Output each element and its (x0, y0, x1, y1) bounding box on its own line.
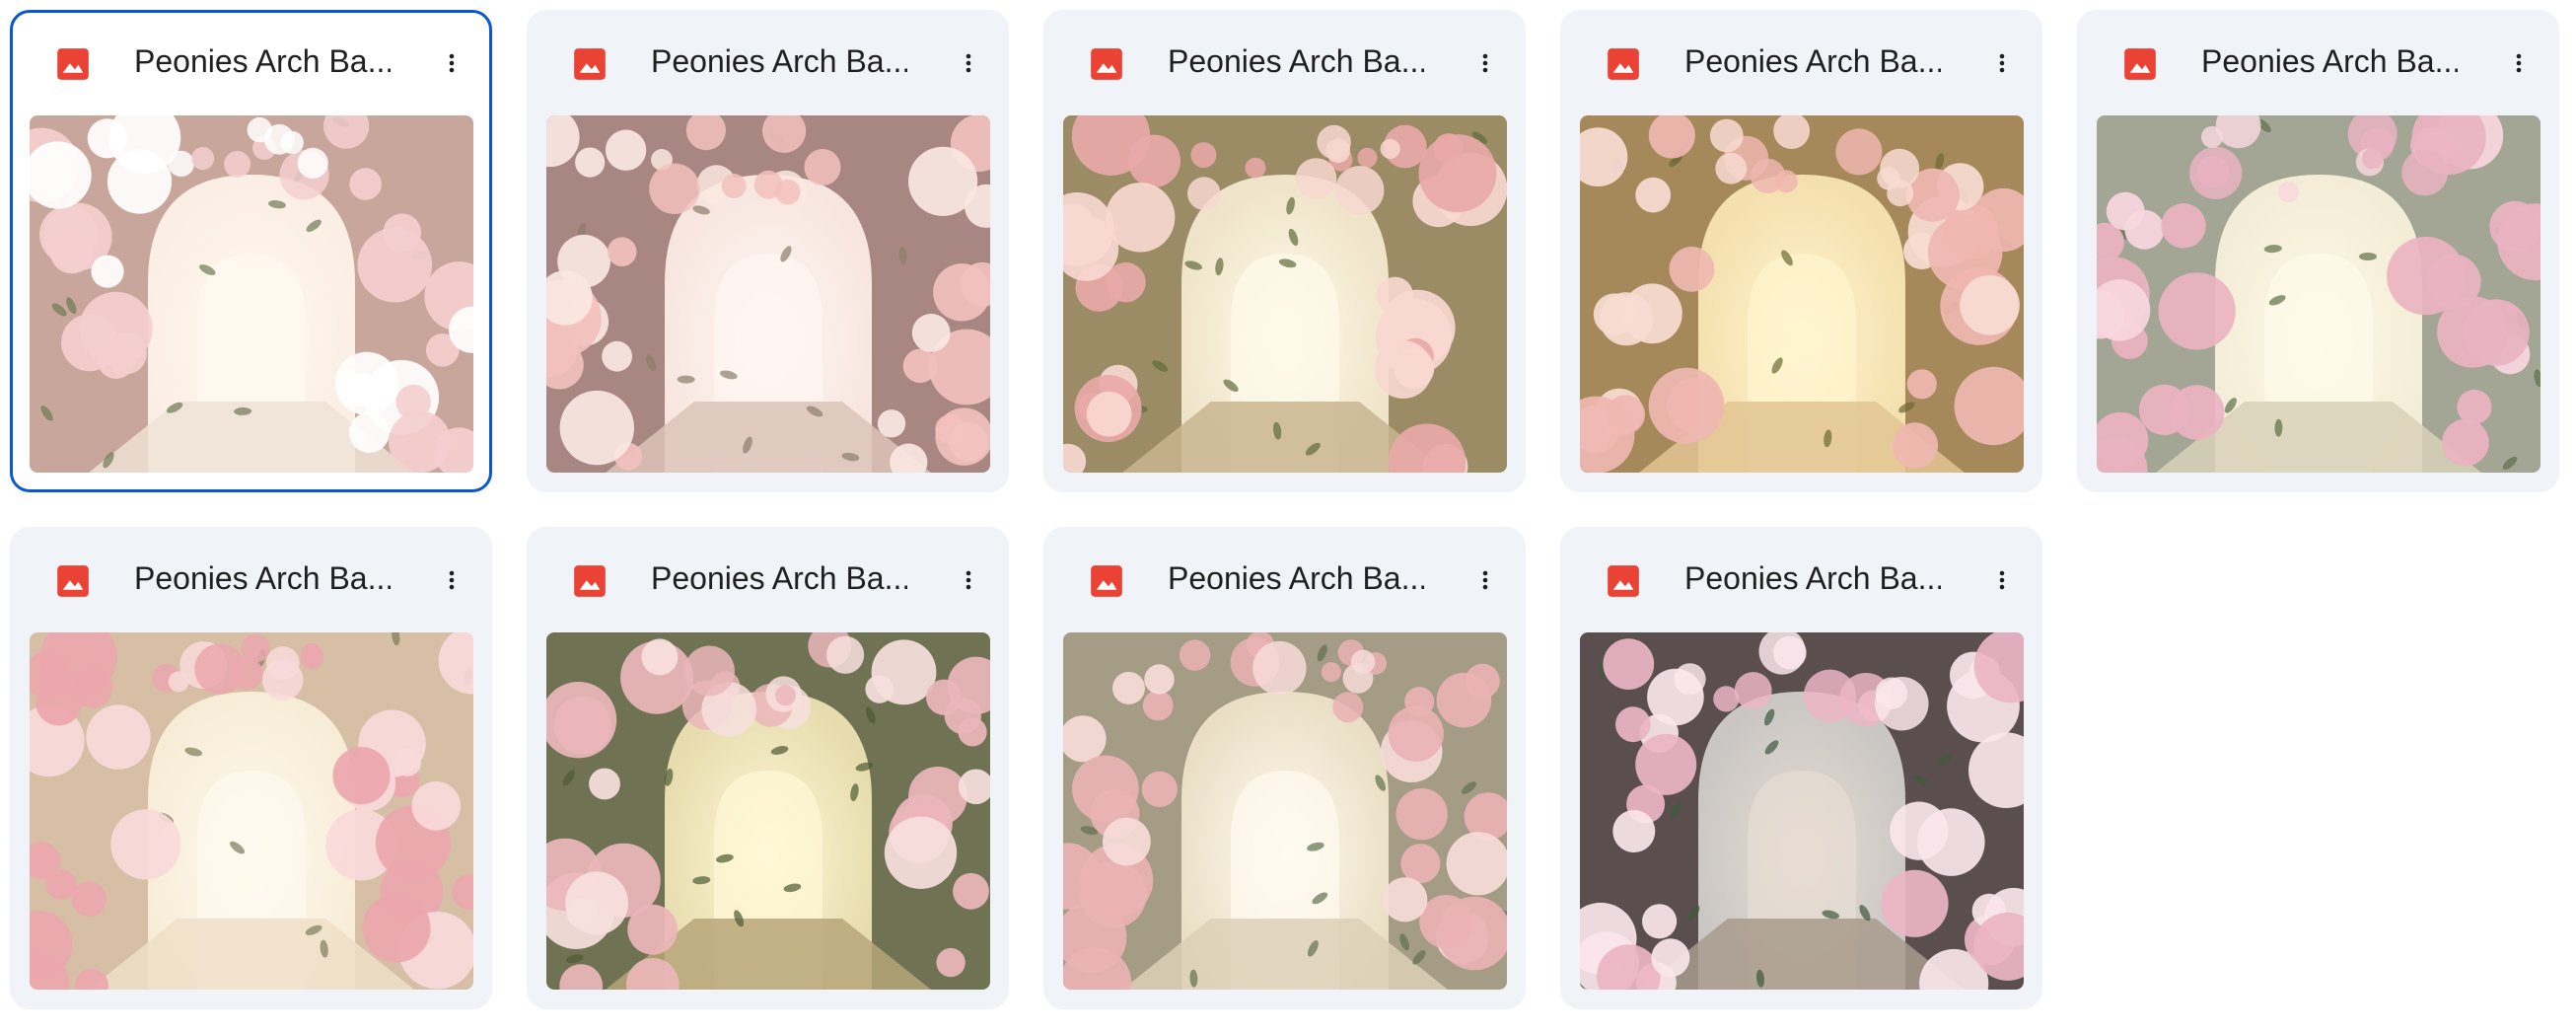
file-thumbnail[interactable] (1063, 632, 1507, 990)
file-name: Peonies Arch Ba... (1684, 43, 1941, 79)
more-vert-icon (1482, 53, 1488, 73)
thumbnail-image (30, 115, 473, 473)
file-name: Peonies Arch Ba... (1168, 43, 1424, 79)
file-thumbnail[interactable] (1580, 632, 2024, 990)
file-name: Peonies Arch Ba... (651, 43, 907, 79)
more-actions-button[interactable] (1978, 39, 2026, 87)
more-vert-icon (2516, 53, 2522, 73)
image-file-icon (574, 48, 606, 80)
file-card-header: Peonies Arch Ba... (1043, 527, 1526, 635)
file-card[interactable]: Peonies Arch Ba... (10, 527, 492, 1009)
image-file-icon (1091, 48, 1122, 80)
more-vert-icon (449, 570, 455, 590)
more-actions-button[interactable] (1462, 39, 1509, 87)
image-file-icon (574, 565, 606, 597)
more-actions-button[interactable] (945, 39, 992, 87)
file-card-header: Peonies Arch Ba... (10, 10, 492, 118)
file-card[interactable]: Peonies Arch Ba... (10, 10, 492, 492)
file-card[interactable]: Peonies Arch Ba... (1560, 527, 2042, 1009)
more-actions-button[interactable] (428, 39, 475, 87)
file-thumbnail[interactable] (30, 115, 473, 473)
more-vert-icon (1999, 53, 2005, 73)
image-file-icon (1091, 565, 1122, 597)
more-actions-button[interactable] (428, 556, 475, 604)
file-card-header: Peonies Arch Ba... (527, 527, 1009, 635)
thumbnail-image (1580, 115, 2024, 473)
more-actions-button[interactable] (2495, 39, 2542, 87)
file-card-header: Peonies Arch Ba... (527, 10, 1009, 118)
file-thumbnail[interactable] (1063, 115, 1507, 473)
file-name: Peonies Arch Ba... (1684, 560, 1941, 596)
more-actions-button[interactable] (945, 556, 992, 604)
file-thumbnail[interactable] (546, 115, 990, 473)
file-card[interactable]: Peonies Arch Ba... (1560, 10, 2042, 492)
thumbnail-image (1580, 632, 2024, 990)
more-vert-icon (966, 570, 971, 590)
image-file-icon (2124, 48, 2156, 80)
file-card-header: Peonies Arch Ba... (2077, 10, 2559, 118)
file-name: Peonies Arch Ba... (651, 560, 907, 596)
file-card[interactable]: Peonies Arch Ba... (527, 10, 1009, 492)
file-card[interactable]: Peonies Arch Ba... (1043, 10, 1526, 492)
file-name: Peonies Arch Ba... (2201, 43, 2458, 79)
more-vert-icon (1999, 570, 2005, 590)
image-file-icon (57, 565, 89, 597)
more-vert-icon (966, 53, 971, 73)
file-card-header: Peonies Arch Ba... (1560, 10, 2042, 118)
thumbnail-image (2097, 115, 2540, 473)
file-card-header: Peonies Arch Ba... (1560, 527, 2042, 635)
file-card[interactable]: Peonies Arch Ba... (1043, 527, 1526, 1009)
thumbnail-image (1063, 115, 1507, 473)
file-thumbnail[interactable] (1580, 115, 2024, 473)
image-file-icon (1608, 48, 1639, 80)
more-actions-button[interactable] (1978, 556, 2026, 604)
thumbnail-image (546, 632, 990, 990)
file-grid: Peonies Arch Ba... Peonies Arch Ba... Pe… (10, 10, 2559, 1009)
file-thumbnail[interactable] (30, 632, 473, 990)
more-vert-icon (1482, 570, 1488, 590)
thumbnail-image (30, 632, 473, 990)
file-name: Peonies Arch Ba... (134, 560, 391, 596)
thumbnail-image (546, 115, 990, 473)
image-file-icon (57, 48, 89, 80)
more-actions-button[interactable] (1462, 556, 1509, 604)
file-card-header: Peonies Arch Ba... (10, 527, 492, 635)
file-card[interactable]: Peonies Arch Ba... (2077, 10, 2559, 492)
file-thumbnail[interactable] (2097, 115, 2540, 473)
file-thumbnail[interactable] (546, 632, 990, 990)
image-file-icon (1608, 565, 1639, 597)
more-vert-icon (449, 53, 455, 73)
file-card[interactable]: Peonies Arch Ba... (527, 527, 1009, 1009)
file-name: Peonies Arch Ba... (134, 43, 391, 79)
thumbnail-image (1063, 632, 1507, 990)
file-name: Peonies Arch Ba... (1168, 560, 1424, 596)
file-card-header: Peonies Arch Ba... (1043, 10, 1526, 118)
